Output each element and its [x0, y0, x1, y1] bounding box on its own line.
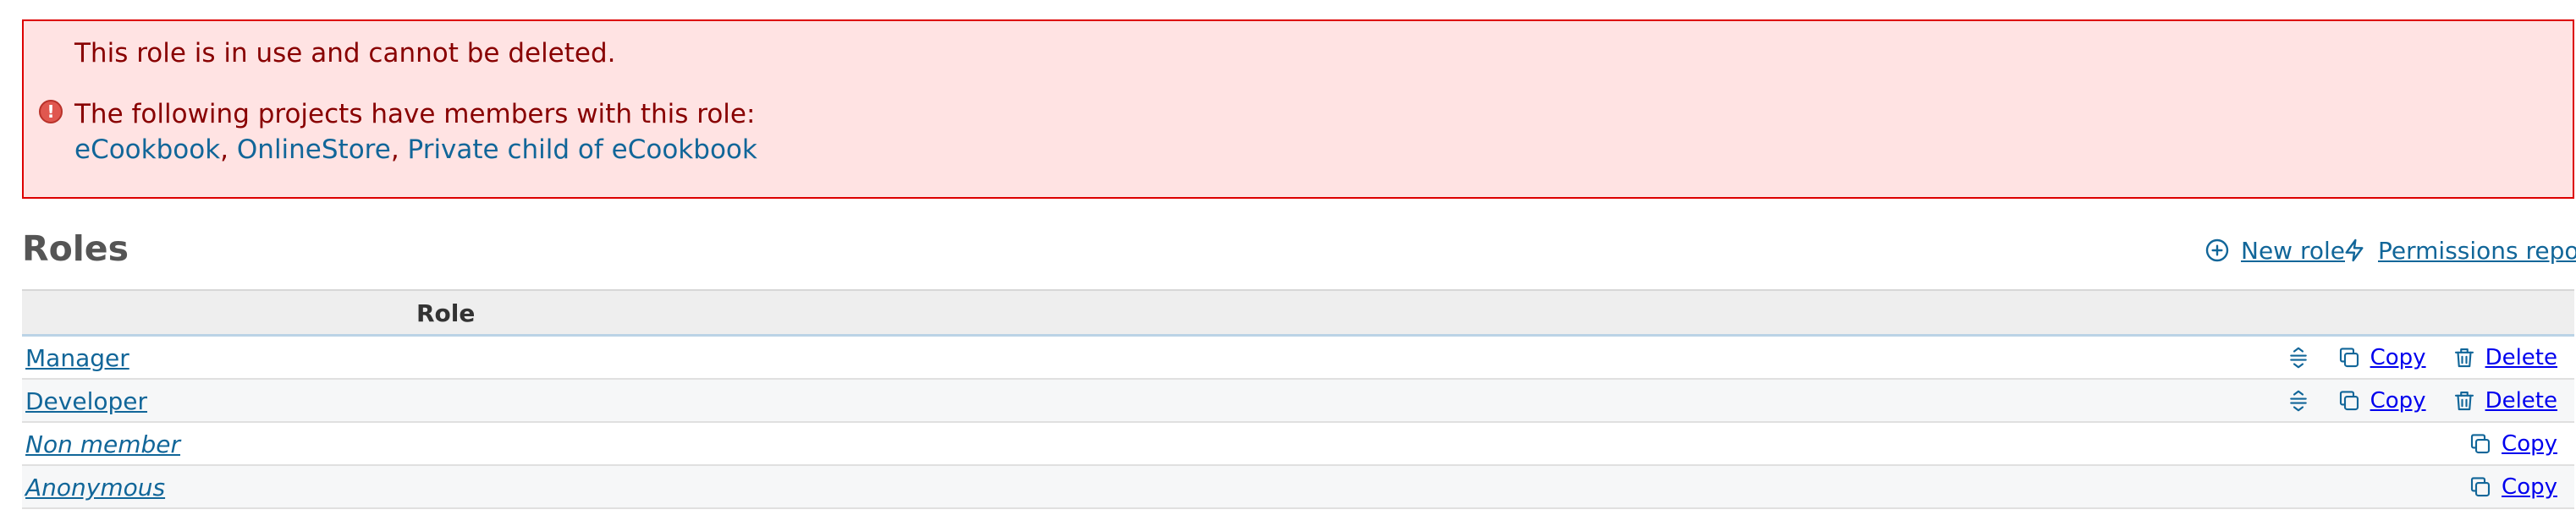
reorder-handle[interactable]: [2286, 388, 2311, 414]
row-actions: Copy Delete: [2286, 385, 2557, 417]
copy-button[interactable]: Copy: [2337, 345, 2426, 370]
permissions-report-button[interactable]: Permissions report: [2341, 233, 2576, 267]
copy-icon: [2470, 477, 2491, 497]
trash-icon: [2454, 391, 2474, 411]
copy-icon: [2470, 434, 2491, 454]
copy-label: Copy: [2502, 474, 2557, 500]
permissions-report-label: Permissions report: [2378, 236, 2576, 265]
role-link-developer[interactable]: Developer: [25, 387, 147, 415]
project-link-ecookbook[interactable]: eCookbook: [74, 134, 220, 165]
copy-icon: [2339, 391, 2359, 411]
project-separator: ,: [220, 134, 229, 165]
project-link-private-child[interactable]: Private child of eCookbook: [408, 134, 757, 165]
table-row: Non member Copy: [22, 423, 2574, 466]
sort-handle-icon: [2289, 347, 2307, 369]
delete-label: Delete: [2485, 388, 2557, 414]
page-title: Roles: [22, 228, 129, 269]
flash-message-in-use: This role is in use and cannot be delete…: [74, 38, 616, 68]
table-header: Role: [22, 289, 2574, 337]
copy-button[interactable]: Copy: [2468, 474, 2557, 500]
copy-button[interactable]: Copy: [2337, 388, 2426, 414]
copy-label: Copy: [2502, 431, 2557, 457]
new-role-label: New role: [2241, 236, 2346, 265]
trash-icon: [2454, 348, 2474, 368]
project-separator: ,: [390, 134, 399, 165]
role-link-anonymous[interactable]: Anonymous: [25, 474, 165, 501]
delete-button[interactable]: Delete: [2452, 345, 2557, 370]
copy-icon: [2339, 348, 2359, 368]
sort-handle-icon: [2289, 390, 2307, 412]
role-link-non-member[interactable]: Non member: [25, 430, 180, 458]
row-actions: Copy: [2468, 471, 2557, 503]
reorder-handle[interactable]: [2286, 345, 2311, 370]
add-circle-icon: [2205, 238, 2229, 262]
column-header-role: Role: [416, 299, 476, 327]
table-row: Manager Copy Delete: [22, 337, 2574, 380]
role-link-manager[interactable]: Manager: [25, 344, 129, 372]
copy-label: Copy: [2370, 388, 2426, 414]
table-row: Developer Copy Delete: [22, 380, 2574, 423]
table-row: Anonymous Copy: [22, 466, 2574, 509]
delete-button[interactable]: Delete: [2452, 388, 2557, 414]
copy-button[interactable]: Copy: [2468, 431, 2557, 457]
new-role-button[interactable]: New role: [2204, 233, 2345, 267]
lightning-bolt-icon: [2345, 238, 2364, 262]
project-link-onlinestore[interactable]: OnlineStore: [237, 134, 391, 165]
flash-project-links: eCookbook, OnlineStore, Private child of…: [74, 133, 757, 167]
error-icon: !: [39, 100, 63, 123]
error-flash-message: This role is in use and cannot be delete…: [22, 19, 2574, 199]
row-actions: Copy: [2468, 428, 2557, 460]
copy-label: Copy: [2370, 345, 2426, 370]
flash-message-projects: The following projects have members with…: [74, 99, 756, 129]
delete-label: Delete: [2485, 345, 2557, 370]
row-actions: Copy Delete: [2286, 342, 2557, 374]
roles-table: Role Manager Copy Delete Developer Copy …: [22, 289, 2574, 509]
